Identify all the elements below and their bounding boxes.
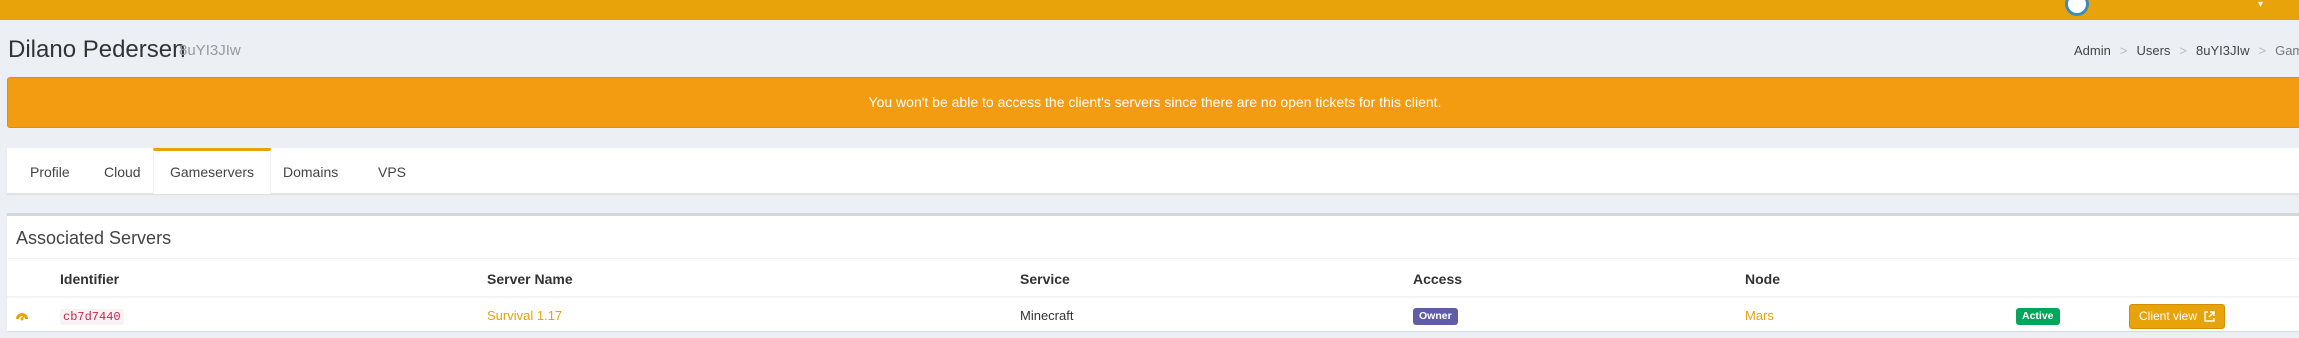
tab-domains[interactable]: Domains <box>267 148 354 194</box>
node-link[interactable]: Mars <box>1745 308 1774 323</box>
table-row: cb7d7440 Survival 1.17 Minecraft Owner M… <box>7 298 2299 332</box>
status-badge: Active <box>2016 308 2060 325</box>
server-service: Minecraft <box>1020 308 1074 323</box>
tab-vps[interactable]: VPS <box>362 148 422 194</box>
panel-title: Associated Servers <box>16 228 172 248</box>
server-identifier-code: cb7d7440 <box>60 309 124 325</box>
column-header-node: Node <box>1745 271 1780 287</box>
tab-profile[interactable]: Profile <box>14 148 86 194</box>
tab-bar: Profile Cloud Gameservers Domains VPS <box>7 148 2299 194</box>
gauge-icon <box>15 308 29 321</box>
tab-gameservers[interactable]: Gameservers <box>153 148 272 194</box>
access-badge: Owner <box>1413 308 1458 325</box>
user-avatar-icon[interactable] <box>2065 0 2089 16</box>
breadcrumb-current: Gameserve <box>2275 43 2299 58</box>
column-header-access: Access <box>1413 271 1463 287</box>
column-header-service: Service <box>1020 271 1070 287</box>
chevron-down-icon[interactable]: ▾ <box>2258 0 2266 10</box>
breadcrumb-admin[interactable]: Admin <box>2074 43 2111 59</box>
panel-divider <box>7 258 2299 259</box>
warning-alert-text-wrap: You won't be able to access the client's… <box>0 94 2299 110</box>
tab-cloud[interactable]: Cloud <box>88 148 157 194</box>
breadcrumb-separator: > <box>2179 43 2187 58</box>
breadcrumb-user[interactable]: 8uYI3JIw <box>2196 43 2249 59</box>
client-view-label: Client view <box>2139 309 2198 323</box>
breadcrumb-separator: > <box>2119 43 2128 58</box>
page-subtitle: 8uYI3JIw <box>179 42 241 59</box>
column-header-server-name: Server Name <box>487 271 573 287</box>
breadcrumb-separator: > <box>2258 43 2267 58</box>
top-navbar: ▾ <box>0 0 2299 20</box>
server-identifier: cb7d7440 <box>60 308 124 325</box>
column-header-identifier: Identifier <box>60 271 120 287</box>
breadcrumb-users[interactable]: Users <box>2136 43 2170 59</box>
server-name-link[interactable]: Survival 1.17 <box>487 308 562 323</box>
page-title: Dilano Pedersen <box>8 36 186 63</box>
client-view-button[interactable]: Client view <box>2129 304 2226 329</box>
breadcrumb: Admin > Users > 8uYI3JIw > Gameserve <box>2074 43 2299 59</box>
associated-servers-panel: Associated Servers Identifier Server Nam… <box>7 213 2299 331</box>
warning-alert-text: You won't be able to access the client's… <box>868 94 1442 110</box>
external-link-icon <box>2200 309 2216 323</box>
